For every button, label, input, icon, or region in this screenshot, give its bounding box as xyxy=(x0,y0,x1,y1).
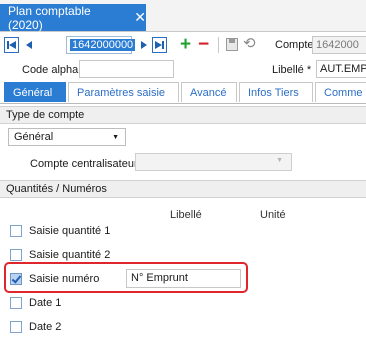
code-selector[interactable]: 1642000000 ▼ xyxy=(66,36,143,54)
previous-icon xyxy=(25,41,32,49)
column-header-libelle: Libellé xyxy=(170,209,202,221)
saisie-numero-label: Saisie numéro xyxy=(29,273,100,285)
last-record-button[interactable] xyxy=(152,37,167,53)
add-icon[interactable]: + xyxy=(180,35,191,55)
tab-infos-tiers[interactable]: Infos Tiers xyxy=(239,82,313,102)
document-tab-title: Plan comptable (2020) xyxy=(8,3,91,32)
code-alpha-label: Code alpha xyxy=(22,64,79,76)
saisie-quantite-2-label: Saisie quantité 2 xyxy=(29,249,111,261)
document-tab[interactable]: Plan comptable (2020) ✕ xyxy=(0,3,146,32)
delete-icon[interactable]: − xyxy=(198,35,209,55)
chevron-down-icon: ▼ xyxy=(276,157,283,164)
libelle-input[interactable]: AUT.EMPR xyxy=(316,60,366,78)
saisie-quantite-1-label: Saisie quantité 1 xyxy=(29,225,111,237)
compte-centralisateur-select[interactable]: ▼ xyxy=(135,153,292,171)
save-icon[interactable] xyxy=(226,38,238,51)
refresh-icon[interactable]: ⟲ xyxy=(243,34,256,52)
type-compte-section-title: Type de compte xyxy=(0,106,366,124)
type-compte-select[interactable]: Général ▼ xyxy=(8,128,126,146)
compte-centralisateur-label: Compte centralisateur xyxy=(30,158,138,170)
tab-avance[interactable]: Avancé xyxy=(181,82,237,102)
quantites-section-title: Quantités / Numéros xyxy=(0,180,366,198)
saisie-numero-libelle-input[interactable]: N° Emprunt xyxy=(126,269,241,288)
date-2-checkbox[interactable] xyxy=(10,321,22,333)
date-1-label: Date 1 xyxy=(29,297,62,309)
toolbar-divider xyxy=(218,37,219,53)
date-2-label: Date 2 xyxy=(29,321,62,333)
compte-field[interactable]: 1642000 xyxy=(312,36,366,54)
chevron-down-icon: ▼ xyxy=(112,133,119,141)
next-record-button[interactable] xyxy=(136,37,151,53)
saisie-numero-checkbox[interactable] xyxy=(10,273,22,285)
previous-record-button[interactable] xyxy=(21,37,36,53)
saisie-quantite-2-checkbox[interactable] xyxy=(10,249,22,261)
saisie-quantite-1-checkbox[interactable] xyxy=(10,225,22,237)
date-1-checkbox[interactable] xyxy=(10,297,22,309)
compte-label: Compte xyxy=(275,39,314,51)
code-selector-value: 1642000000 xyxy=(70,39,136,51)
next-icon xyxy=(140,41,147,49)
tab-general[interactable]: Général xyxy=(4,82,66,102)
type-compte-value: Général xyxy=(14,131,54,143)
libelle-label: Libellé * xyxy=(272,64,312,76)
column-header-unite: Unité xyxy=(260,209,286,221)
close-icon[interactable]: ✕ xyxy=(134,9,146,26)
last-record-icon xyxy=(155,41,164,49)
first-record-button[interactable] xyxy=(4,37,19,53)
tab-parametres-saisie[interactable]: Paramètres saisie xyxy=(68,82,179,102)
code-alpha-input[interactable] xyxy=(79,60,174,78)
first-record-icon xyxy=(7,41,16,49)
tab-commentaires[interactable]: Comme xyxy=(315,82,366,102)
